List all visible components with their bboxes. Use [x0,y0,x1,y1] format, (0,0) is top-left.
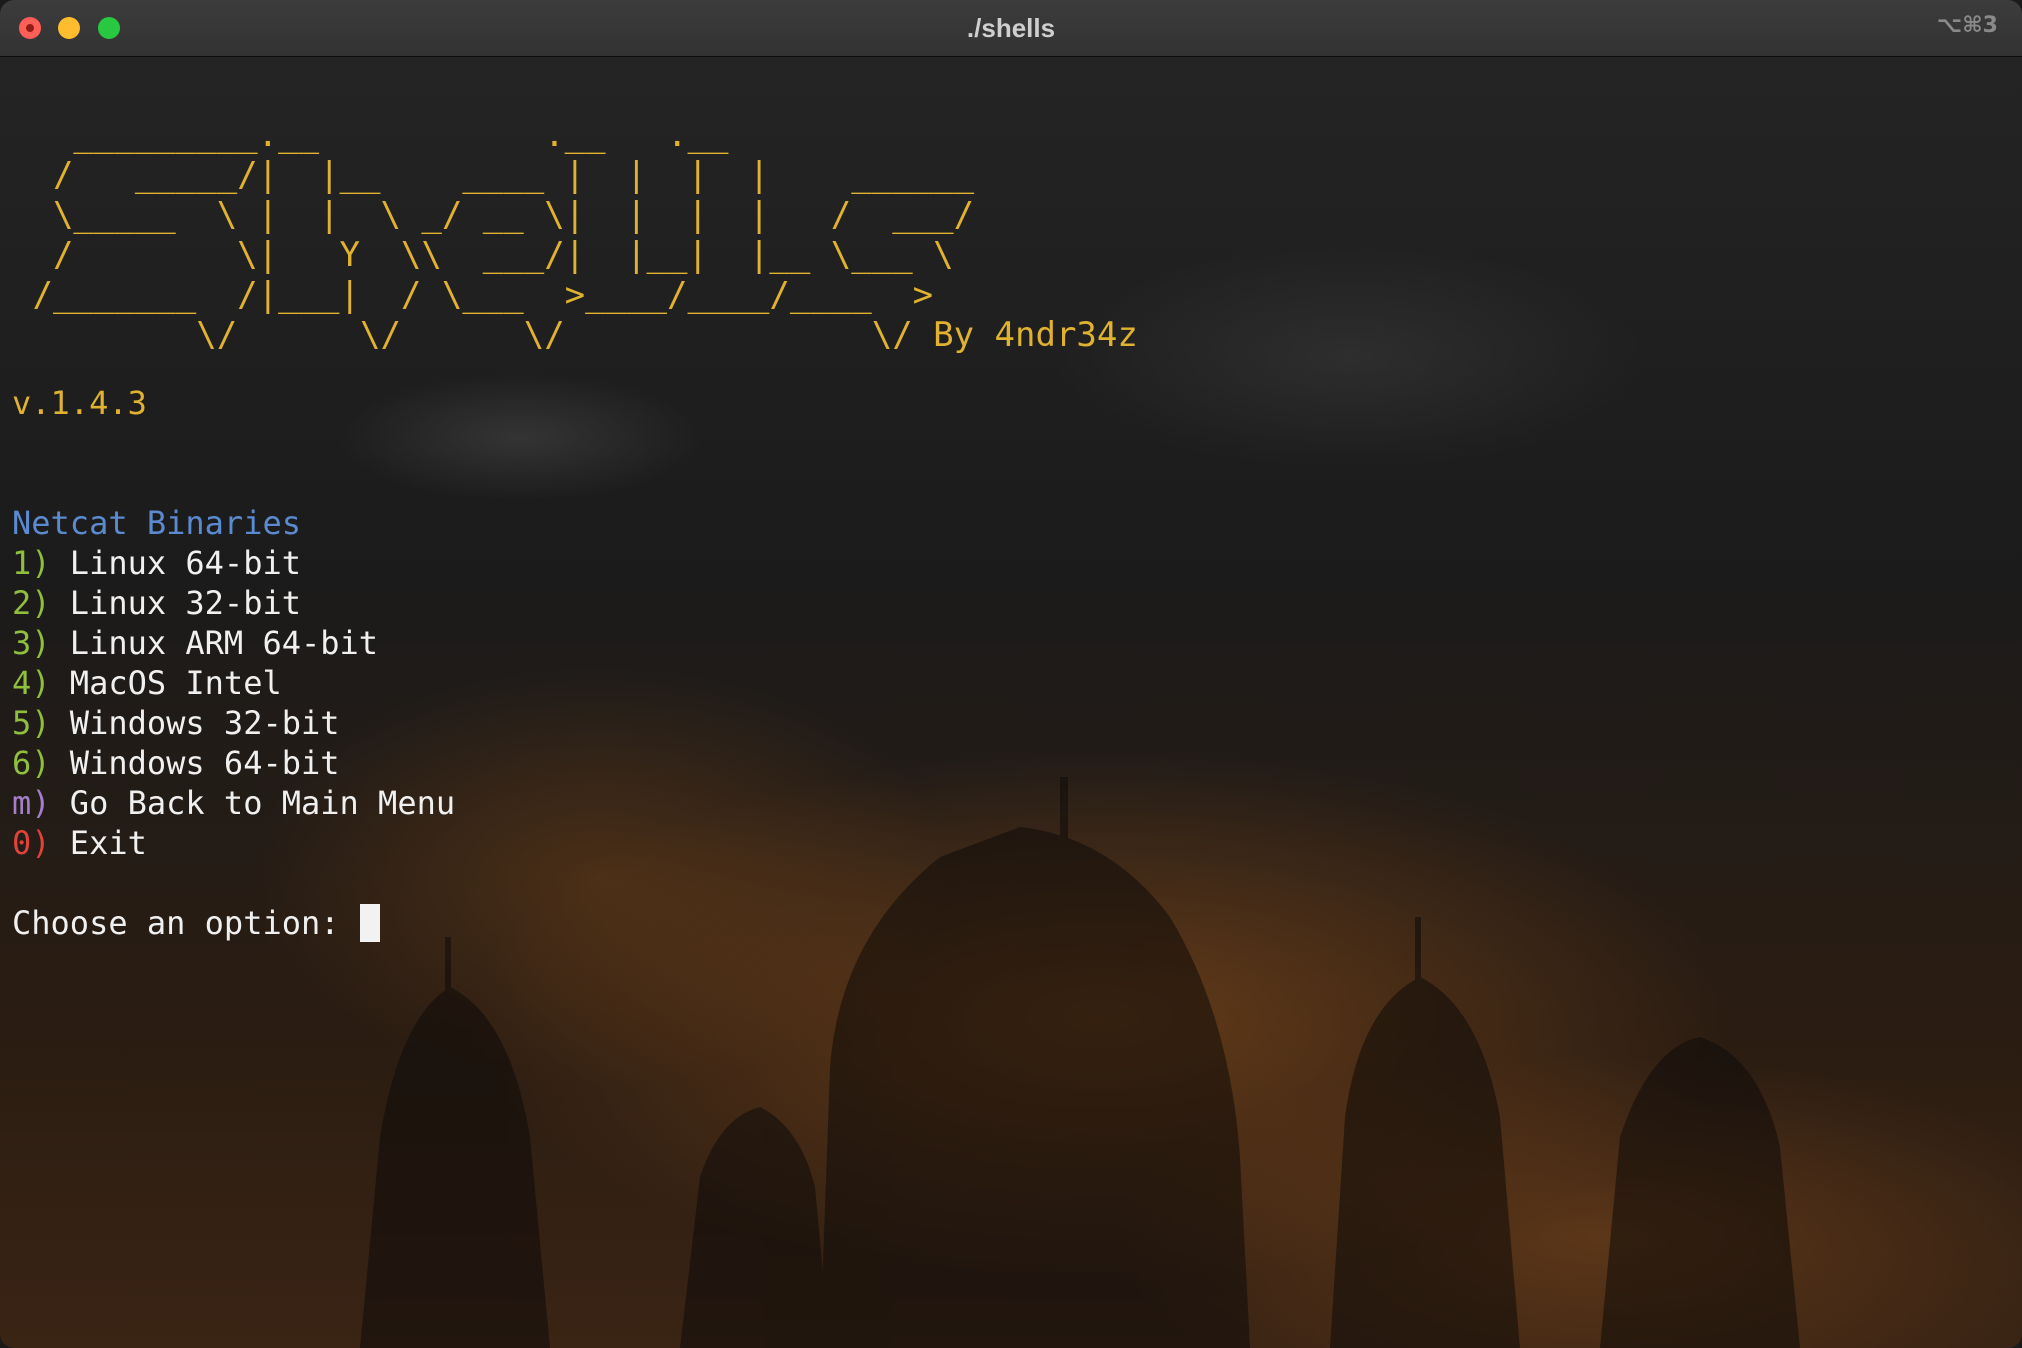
menu-option-label: Linux ARM 64-bit [69,624,379,662]
menu-option-exit[interactable]: 0) Exit [12,823,455,863]
window-title: ./shells [966,13,1056,43]
text-cursor[interactable] [359,904,380,942]
menu-option-2[interactable]: 2) Linux 32-bit [12,583,455,623]
menu-option-key: m) [12,784,51,822]
menu-option-key: 2) [12,584,51,622]
menu-option-label: Linux 32-bit [69,584,301,622]
menu-option-3[interactable]: 3) Linux ARM 64-bit [12,623,455,663]
menu-option-4[interactable]: 4) MacOS Intel [12,663,455,703]
menu-option-main-menu[interactable]: m) Go Back to Main Menu [12,783,455,823]
prompt-text: Choose an option: [12,904,340,942]
menu-header: Netcat Binaries [12,504,301,542]
menu-option-label: Windows 64-bit [69,744,340,782]
version-label: v.1.4.3 [12,384,147,422]
shells-ascii-logo: _________.__ .__ .__ / _____/| |__ ____ … [32,115,1138,355]
window-shortcut-label: ⌥⌘3 [1936,13,1998,38]
menu-option-1[interactable]: 1) Linux 64-bit [12,543,455,583]
menu-option-key: 0) [12,824,51,862]
menu-option-label: Exit [69,824,147,862]
menu-option-label: MacOS Intel [69,664,282,702]
menu-option-label: Linux 64-bit [69,544,301,582]
menu-option-6[interactable]: 6) Windows 64-bit [12,743,455,783]
menu-option-5[interactable]: 5) Windows 32-bit [12,703,455,743]
menu-option-key: 1) [12,544,51,582]
terminal-content[interactable]: _________.__ .__ .__ / _____/| |__ ____ … [0,57,2022,1348]
menu-option-key: 5) [12,704,51,742]
menu-option-label: Windows 32-bit [69,704,340,742]
title-bar[interactable]: ./shells ⌥⌘3 [0,0,2022,57]
netcat-binaries-menu: Netcat Binaries 1) Linux 64-bit 2) Linux… [12,503,455,863]
terminal-window: ./shells ⌥⌘3 _________.__ .__ .__ / ____… [0,0,2022,1348]
menu-option-label: Go Back to Main Menu [69,784,456,822]
menu-option-key: 3) [12,624,51,662]
menu-option-key: 4) [12,664,51,702]
menu-option-key: 6) [12,744,51,782]
option-prompt[interactable]: Choose an option: [12,903,380,943]
